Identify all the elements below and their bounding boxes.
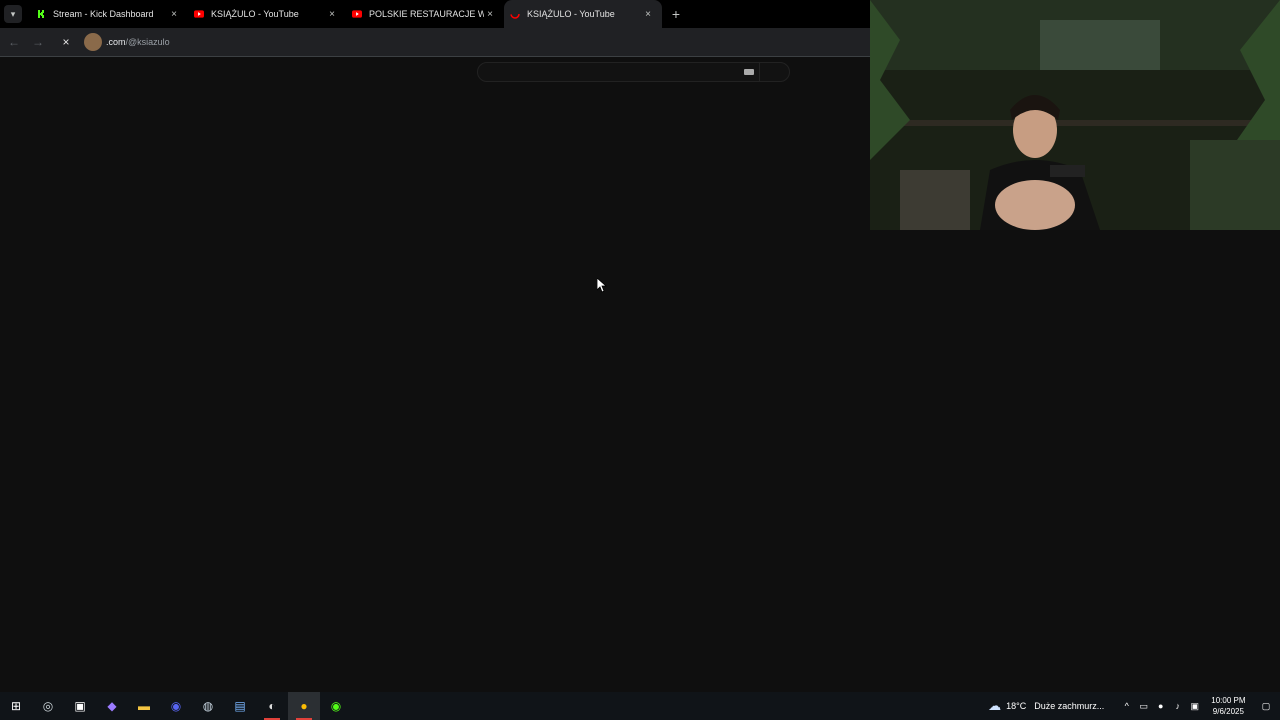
tab-search-button[interactable]: ▾ [4, 5, 22, 23]
mouse-cursor-icon [597, 278, 607, 293]
tab-title: KSIĄŻULO - YouTube [211, 9, 299, 19]
weather-widget[interactable]: ☁ 18°C Duże zachmurz... [988, 698, 1104, 714]
webcam-feed-image [870, 0, 1280, 230]
tab-close-icon[interactable]: × [326, 9, 338, 20]
obs-icon[interactable]: ◐ [256, 692, 288, 720]
search-input[interactable] [477, 62, 790, 82]
youtube-icon [194, 9, 204, 19]
tab-kick-dashboard[interactable]: Stream - Kick Dashboard × [30, 0, 188, 28]
windows-taskbar: ⊞ ◎ ▣ ◆ ▬ ◉ ◍ ▤ ◐ ● ◉ ☁ 18°C Duże zachmu… [0, 692, 1280, 720]
calendar-app-icon[interactable]: ▤ [224, 692, 256, 720]
purple-app-icon[interactable]: ◆ [96, 692, 128, 720]
back-button[interactable]: ← [4, 35, 24, 49]
taskbar-clock[interactable]: 10:00 PM 9/6/2025 [1211, 695, 1245, 717]
tab-close-icon[interactable]: × [484, 9, 496, 20]
microphone-icon[interactable]: ● [1153, 701, 1169, 711]
system-tray: ☁ 18°C Duże zachmurz... ^ ▭ ● ♪ ▣ 10:00 … [988, 692, 1280, 720]
app-circle-icon[interactable]: ◎ [32, 692, 64, 720]
webcam-overlay [870, 0, 1280, 230]
stop-loading-button[interactable]: × [56, 35, 76, 49]
clock-time: 10:00 PM [1211, 696, 1246, 705]
weather-temperature: 18°C [1006, 701, 1027, 711]
youtube-page [0, 58, 870, 692]
notification-icon[interactable]: ▢ [1258, 701, 1274, 712]
tab-youtube-ksiazulo-active[interactable]: KSIĄŻULO - YouTube × [504, 0, 662, 28]
search-divider [759, 63, 760, 81]
file-explorer-icon[interactable]: ▬ [128, 692, 160, 720]
tab-close-icon[interactable]: × [642, 9, 654, 20]
browser-toolbar: ← → × .com /@ksiazulo [0, 28, 870, 57]
chevron-down-icon: ▾ [10, 8, 16, 19]
tab-youtube-ksiazulo[interactable]: KSIĄŻULO - YouTube × [188, 0, 346, 28]
address-bar[interactable]: .com /@ksiazulo [84, 31, 170, 53]
new-tab-button[interactable]: + [666, 6, 686, 22]
url-host: .com [106, 37, 126, 47]
page-background [870, 230, 1280, 692]
tab-title: POLSKIE RESTAURACJE W USA [369, 9, 484, 19]
device-icon[interactable]: ▭ [1136, 701, 1152, 712]
discord-icon[interactable]: ◉ [160, 692, 192, 720]
keyboard-icon[interactable] [744, 69, 754, 75]
clock-date: 9/6/2025 [1212, 707, 1244, 716]
volume-icon[interactable]: ♪ [1170, 701, 1186, 711]
tab-youtube-polskie-restauracje[interactable]: POLSKIE RESTAURACJE W USA × [346, 0, 504, 28]
youtube-icon [352, 9, 362, 19]
chrome-icon[interactable]: ● [288, 692, 320, 720]
forward-button[interactable]: → [28, 35, 48, 49]
weather-description: Duże zachmurz... [1034, 701, 1105, 711]
network-icon[interactable]: ▣ [1187, 701, 1203, 712]
green-app-icon[interactable]: ◉ [320, 692, 352, 720]
capture-icon[interactable]: ▣ [64, 692, 96, 720]
steam-icon[interactable]: ◍ [192, 692, 224, 720]
tab-title: KSIĄŻULO - YouTube [527, 9, 615, 19]
url-path: /@ksiazulo [125, 37, 170, 47]
windows-start-icon[interactable]: ⊞ [0, 692, 32, 720]
browser-tab-strip: ▾ Stream - Kick Dashboard × KSIĄŻULO - Y… [0, 0, 870, 28]
tab-title: Stream - Kick Dashboard [53, 9, 154, 19]
tab-close-icon[interactable]: × [168, 9, 180, 20]
chevron-up-icon[interactable]: ^ [1119, 701, 1135, 711]
loading-spinner-icon [510, 9, 520, 19]
cloudy-weather-icon: ☁ [988, 698, 1002, 713]
kick-icon [36, 9, 46, 19]
extension-badge-icon [84, 33, 102, 51]
